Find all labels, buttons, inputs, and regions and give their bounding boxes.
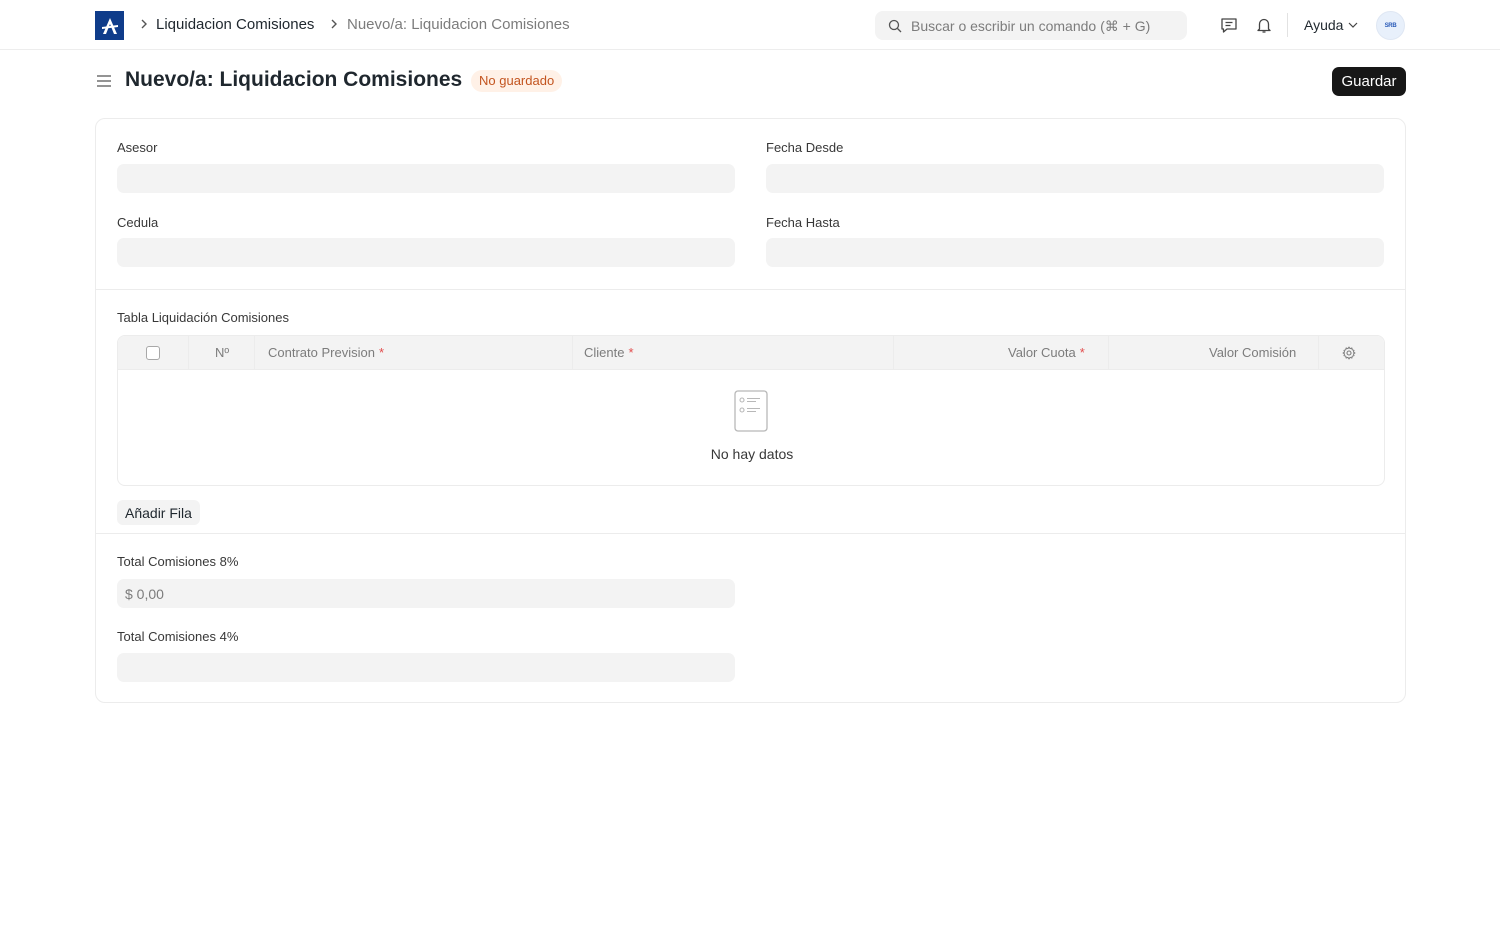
breadcrumb-doctype[interactable]: Liquidacion Comisiones [156, 16, 314, 33]
comisiones-table: Nº Contrato Prevision * Cliente * Valor Cu… [117, 335, 1385, 486]
total-comisiones-4-input[interactable] [117, 653, 735, 682]
form-card: Asesor Fecha Desde Cedula Fecha Hasta Ta… [95, 118, 1406, 703]
page-title: Nuevo/a: Liquidacion Comisiones [125, 68, 463, 91]
gear-icon[interactable] [1342, 346, 1356, 360]
search-input[interactable] [911, 17, 1181, 34]
breadcrumb-current[interactable]: Nuevo/a: Liquidacion Comisiones [347, 16, 570, 33]
column-header-label: Valor Cuota [1008, 345, 1076, 360]
select-all-checkbox[interactable] [146, 346, 160, 360]
navbar: Liquidacion Comisiones Nuevo/a: Liquidac… [0, 0, 1500, 50]
cedula-input[interactable] [117, 238, 735, 267]
section-divider [96, 533, 1405, 534]
help-label: Ayuda [1304, 17, 1344, 33]
navbar-divider [1287, 13, 1288, 37]
column-header-label: Cliente [584, 345, 625, 360]
add-row-button[interactable]: Añadir Fila [117, 500, 200, 525]
chat-icon[interactable] [1219, 15, 1239, 35]
cedula-label: Cedula [117, 215, 159, 230]
column-header-label: Contrato Prevision [268, 345, 375, 360]
required-mark: * [378, 345, 385, 360]
fecha-hasta-input[interactable] [766, 238, 1384, 267]
app-logo[interactable] [95, 11, 124, 40]
table-header: Nº Contrato Prevision * Cliente * Valor Cu… [118, 336, 1384, 370]
column-divider [893, 336, 894, 370]
fecha-desde-label: Fecha Desde [766, 140, 844, 155]
avatar-initials: SRB [1384, 22, 1397, 29]
status-badge: No guardado [471, 70, 563, 92]
column-divider [572, 336, 573, 370]
column-header-label: Valor Comisión [1209, 345, 1297, 360]
fecha-hasta-label: Fecha Hasta [766, 215, 840, 230]
column-header-cliente: Cliente * [584, 336, 634, 370]
hamburger-menu-icon[interactable] [95, 72, 113, 90]
column-header-valor-comision: Valor Comisión [1209, 336, 1296, 370]
chevron-right-icon [330, 17, 338, 31]
empty-state-text: No hay datos [710, 446, 794, 462]
logo-a-icon [101, 17, 118, 34]
total-comisiones-4-label: Total Comisiones 4% [117, 629, 239, 644]
section-divider [96, 289, 1405, 290]
column-header-label: Nº [215, 345, 230, 360]
column-divider [1108, 336, 1109, 370]
empty-list-icon [734, 390, 768, 432]
chevron-down-icon [1349, 22, 1358, 28]
asesor-label: Asesor [117, 140, 158, 155]
user-avatar[interactable]: SRB [1376, 11, 1405, 40]
required-mark: * [1079, 345, 1085, 360]
column-divider [254, 336, 255, 370]
column-divider [188, 336, 189, 370]
column-header-no: Nº [215, 336, 229, 370]
search-bar[interactable] [875, 11, 1187, 40]
search-icon [888, 19, 902, 32]
total-comisiones-8-input[interactable] [117, 579, 735, 608]
table-label: Tabla Liquidación Comisiones [117, 310, 289, 325]
help-dropdown[interactable]: Ayuda [1304, 17, 1358, 33]
save-button[interactable]: Guardar [1332, 67, 1406, 96]
total-comisiones-8-label: Total Comisiones 8% [117, 554, 239, 569]
bell-icon[interactable] [1254, 15, 1274, 35]
column-header-contrato: Contrato Prevision * [268, 336, 384, 370]
fecha-desde-input[interactable] [766, 164, 1384, 193]
chevron-right-icon [140, 17, 148, 31]
column-header-valor-cuota: Valor Cuota * [1008, 336, 1085, 370]
column-divider [1318, 336, 1319, 370]
asesor-input[interactable] [117, 164, 735, 193]
required-mark: * [628, 345, 634, 360]
